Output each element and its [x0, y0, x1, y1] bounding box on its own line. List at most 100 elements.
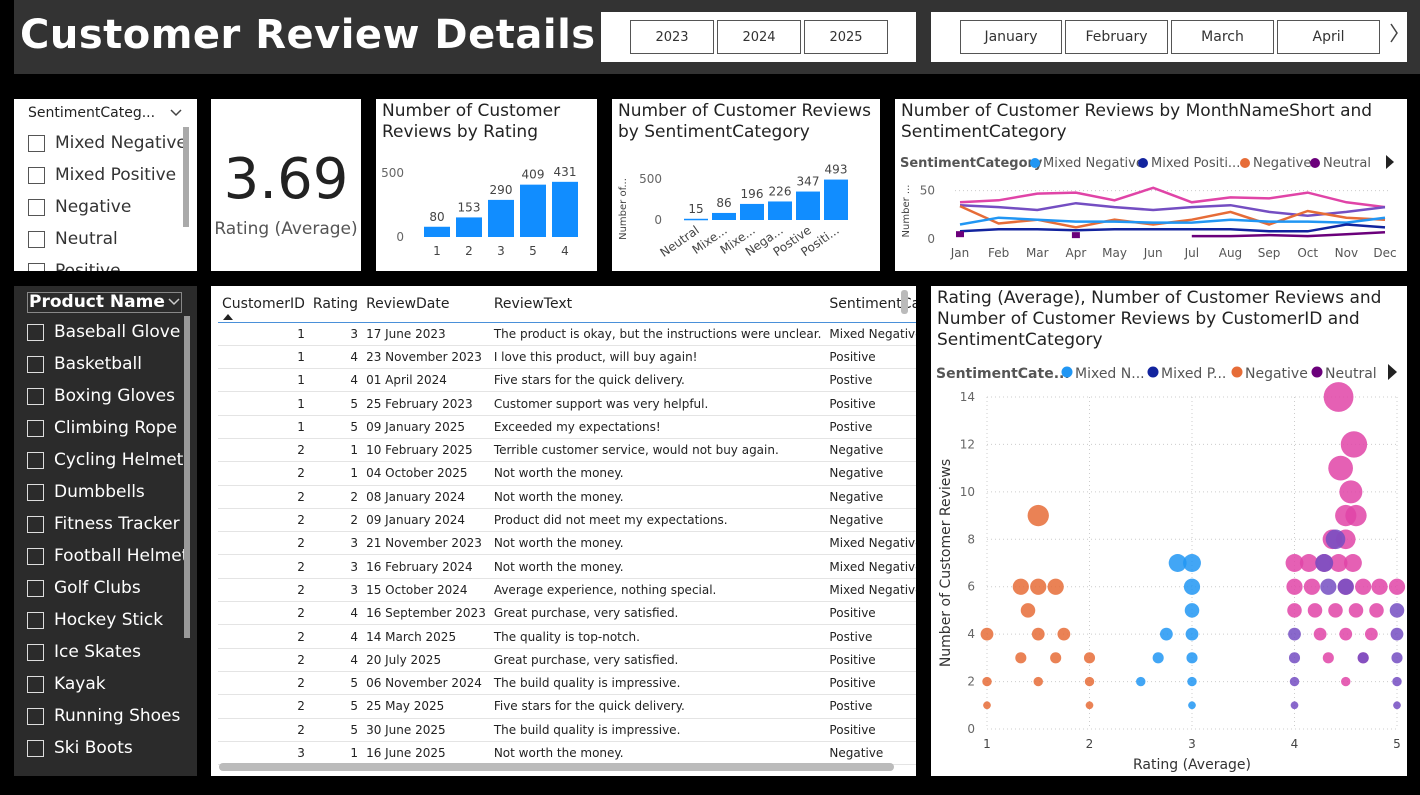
scatter-point [1393, 701, 1401, 710]
table-row[interactable]: 2 1 04 October 2025 Not worth the money. Neg… [218, 461, 916, 486]
product-option[interactable]: Running Shoes [27, 700, 188, 732]
checkbox-icon[interactable] [27, 611, 44, 629]
vertical-scrollbar[interactable] [901, 290, 908, 314]
y-tick-label: 0 [654, 213, 662, 227]
table-cell: 09 January 2025 [362, 415, 490, 439]
table-row[interactable]: 1 5 25 February 2023 Customer support was v… [218, 391, 916, 416]
sort-ascending-icon[interactable] [223, 314, 233, 320]
chevron-down-icon[interactable] [170, 109, 182, 117]
product-option[interactable]: Basketball [27, 348, 188, 380]
product-option[interactable]: Dumbbells [27, 476, 188, 508]
horizontal-scrollbar[interactable] [219, 763, 894, 771]
scatter-point [1187, 676, 1197, 687]
product-option[interactable]: Ski Boots [27, 732, 188, 764]
year-chip-2023[interactable]: 2023 [630, 20, 714, 54]
x-tick-label: Dec [1373, 246, 1396, 260]
checkbox-icon[interactable] [27, 707, 44, 725]
table-cell: 2 [218, 438, 309, 463]
chevron-right-icon[interactable] [1389, 22, 1399, 50]
table-row[interactable]: 1 3 17 June 2023 The product is okay, but t… [218, 322, 916, 346]
product-option[interactable]: Climbing Rope [27, 412, 188, 444]
table-cell: 3 [308, 322, 363, 346]
product-option[interactable]: Hockey Stick [27, 604, 188, 636]
table-row[interactable]: 2 4 14 March 2025 The quality is top-notch.… [218, 624, 916, 649]
series-point [1071, 232, 1080, 239]
table-row[interactable]: 2 2 08 January 2024 Not worth the money. Neg… [218, 485, 916, 509]
checkbox-icon[interactable] [28, 198, 45, 216]
checkbox-icon[interactable] [27, 643, 44, 661]
x-tick-label: Aug [1219, 246, 1242, 260]
month-chip-march[interactable]: March [1171, 20, 1274, 54]
scatter-point [1288, 652, 1301, 664]
table-cell: Positive [825, 671, 916, 696]
table-row[interactable]: 1 4 01 April 2024 Five stars for the quick … [218, 368, 916, 393]
table-row[interactable]: 2 5 30 June 2025 The build quality is impre… [218, 718, 916, 742]
checkbox-icon[interactable] [27, 515, 44, 533]
kpi-label: Rating (Average) [214, 219, 358, 239]
checkbox-icon[interactable] [27, 547, 44, 565]
checkbox-icon[interactable] [28, 262, 45, 271]
table-row[interactable]: 3 1 16 June 2025 Not worth the money. Negati… [218, 741, 916, 766]
month-chip-april[interactable]: April [1277, 20, 1380, 54]
table-row[interactable]: 2 5 25 May 2025 Five stars for the quick de… [218, 694, 916, 719]
month-chip-january[interactable]: January [960, 20, 1062, 54]
column-header-reviewdate[interactable]: ReviewDate [362, 286, 490, 323]
checkbox-icon[interactable] [27, 419, 44, 437]
scatter-point [1325, 529, 1346, 550]
table-cell: Not worth the money. [489, 554, 826, 579]
product-option[interactable]: Fitness Tracker [27, 508, 188, 540]
table-row[interactable]: 2 1 10 February 2025 Terrible customer serv… [218, 438, 916, 463]
scatter-point [1323, 382, 1354, 412]
product-option[interactable]: Golf Clubs [27, 572, 188, 604]
checkbox-icon[interactable] [28, 166, 45, 184]
product-option[interactable]: Cycling Helmet [27, 444, 188, 476]
table-cell: 06 November 2024 [362, 671, 490, 696]
table-cell: 16 June 2025 [362, 741, 490, 766]
checkbox-icon[interactable] [27, 483, 44, 501]
checkbox-icon[interactable] [27, 451, 44, 469]
column-header-rating[interactable]: Rating [308, 286, 363, 323]
y-tick-label: 4 [967, 627, 975, 641]
sentiment-option[interactable]: Mixed Positive [28, 159, 187, 191]
year-chip-2025[interactable]: 2025 [804, 20, 888, 54]
sentiment-option[interactable]: Positive [28, 255, 187, 271]
table-row[interactable]: 2 4 20 July 2025 Great purchase, very satis… [218, 648, 916, 672]
checkbox-icon[interactable] [27, 323, 44, 341]
scrollbar[interactable] [184, 316, 190, 638]
sentiment-option[interactable]: Mixed Negative [28, 127, 187, 159]
sentiment-option[interactable]: Negative [28, 191, 187, 223]
checkbox-icon[interactable] [27, 579, 44, 597]
checkbox-icon[interactable] [28, 134, 45, 152]
table-row[interactable]: 1 5 09 January 2025 Exceeded my expectation… [218, 415, 916, 439]
table-row[interactable]: 2 3 16 February 2024 Not worth the money. Mi… [218, 554, 916, 579]
checkbox-icon[interactable] [28, 230, 45, 248]
checkbox-icon[interactable] [27, 387, 44, 405]
product-option[interactable]: Kayak [27, 668, 188, 700]
table-cell: Five stars for the quick delivery. [489, 368, 826, 393]
scatter-point [1392, 676, 1402, 687]
column-header-reviewtext[interactable]: ReviewText [489, 286, 826, 323]
product-option[interactable]: Football Helmet [27, 540, 188, 572]
checkbox-icon[interactable] [27, 739, 44, 757]
table-cell: 25 May 2025 [362, 694, 490, 719]
table-row[interactable]: 2 2 09 January 2024 Product did not meet my… [218, 508, 916, 533]
sentiment-option[interactable]: Neutral [28, 223, 187, 255]
checkbox-icon[interactable] [27, 355, 44, 373]
table-row[interactable]: 2 5 06 November 2024 The build quality is i… [218, 671, 916, 696]
table-row[interactable]: 1 4 23 November 2023 I love this product, w… [218, 345, 916, 370]
scrollbar[interactable] [183, 127, 189, 227]
table-cell: Positive [825, 718, 916, 742]
product-option[interactable]: Boxing Gloves [27, 380, 188, 412]
checkbox-icon[interactable] [27, 675, 44, 693]
scatter-point [1289, 676, 1300, 687]
table-cell: 5 [308, 694, 363, 719]
year-chip-2024[interactable]: 2024 [717, 20, 801, 54]
month-chip-february[interactable]: February [1065, 20, 1168, 54]
scatter-point [1047, 578, 1064, 595]
product-option[interactable]: Ice Skates [27, 636, 188, 668]
table-row[interactable]: 2 3 15 October 2024 Average experience, not… [218, 578, 916, 603]
table-row[interactable]: 2 3 21 November 2023 Not worth the money. Mi… [218, 531, 916, 556]
table-row[interactable]: 2 4 16 September 2023 Great purchase, very … [218, 601, 916, 626]
chevron-down-icon[interactable] [168, 298, 180, 306]
product-option[interactable]: Baseball Glove [27, 316, 188, 348]
